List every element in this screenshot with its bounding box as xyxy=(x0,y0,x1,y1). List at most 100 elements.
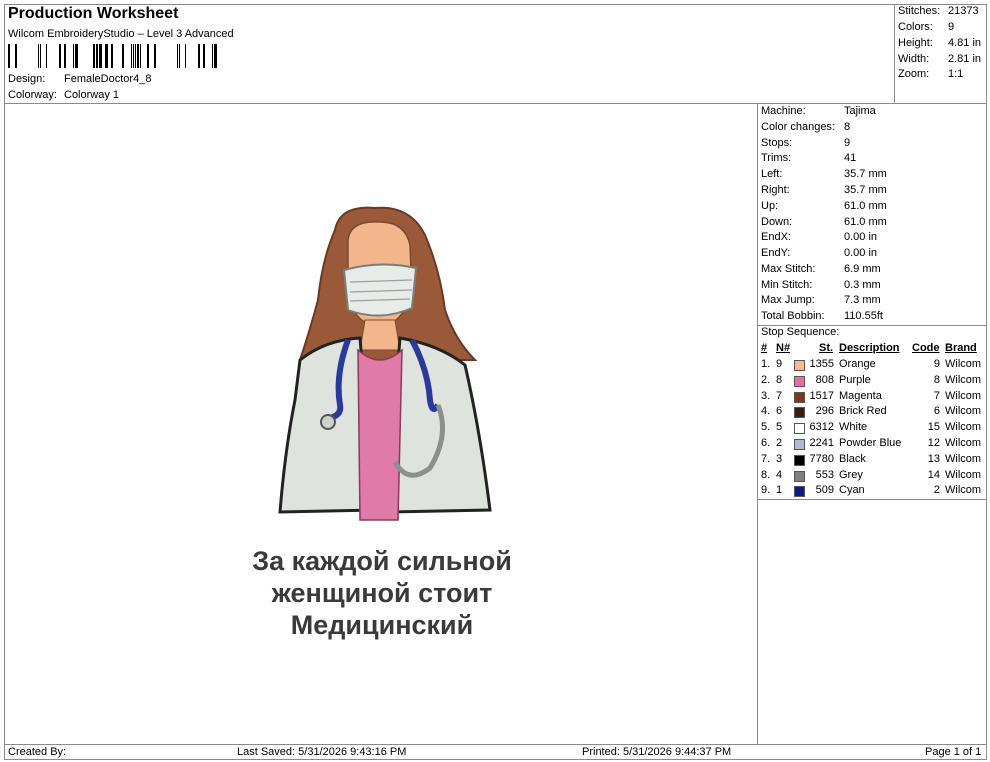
barcode-bar xyxy=(111,44,113,68)
sequence-row: 2. 8 808 Purple 8 Wilcom xyxy=(761,374,987,390)
info-label: Min Stitch: xyxy=(761,279,813,291)
stop-sequence-title: Stop Sequence: xyxy=(761,326,840,338)
color-swatch xyxy=(794,391,805,403)
seq-brand: Wilcom xyxy=(945,452,982,465)
barcode-bar xyxy=(214,44,217,68)
info-value: 0.3 mm xyxy=(844,279,881,291)
height-label: Height: xyxy=(898,37,933,49)
width-value: 2.81 in xyxy=(948,53,982,65)
barcode-bar xyxy=(8,44,10,68)
seq-needle: 6 xyxy=(776,405,783,418)
seq-description: Cyan xyxy=(839,484,865,497)
color-swatch xyxy=(794,407,805,419)
color-swatch xyxy=(794,470,805,482)
info-label: Total Bobbin: xyxy=(761,310,825,322)
info-label: Down: xyxy=(761,216,793,228)
design-value: FemaleDoctor4_8 xyxy=(64,73,152,85)
seq-description: Brick Red xyxy=(839,405,887,418)
barcode-bar xyxy=(185,44,186,68)
barcode-image xyxy=(8,44,217,68)
height-row: Height: 4.81 in xyxy=(898,37,988,53)
seq-needle: 2 xyxy=(776,437,783,449)
col-code: Code xyxy=(912,342,940,354)
zoom-label: Zoom: xyxy=(898,68,930,80)
colors-row: Colors: 9 xyxy=(898,21,988,37)
barcode-bar xyxy=(135,44,136,68)
barcode-bar xyxy=(131,44,132,68)
seq-num: 8. xyxy=(761,468,771,481)
barcode-bar xyxy=(177,44,178,68)
sequence-row: 3. 7 1517 Magenta 7 Wilcom xyxy=(761,390,987,406)
barcode-bar xyxy=(93,44,95,68)
seq-code: 13 xyxy=(927,452,940,465)
seq-brand: Wilcom xyxy=(945,358,982,370)
seq-description: Purple xyxy=(839,373,871,386)
info-label: Up: xyxy=(761,200,779,212)
info-label: Max Jump: xyxy=(761,294,815,306)
stitches-value: 21373 xyxy=(948,5,979,17)
col-st: St. xyxy=(819,342,834,354)
seq-stitches: 1355 xyxy=(809,358,834,370)
barcode-bar xyxy=(73,44,74,68)
seq-num: 9. xyxy=(761,484,771,497)
height-value: 4.81 in xyxy=(948,37,982,49)
barcode-bar xyxy=(133,44,134,68)
scrub-top xyxy=(357,348,403,521)
design-label: Design: xyxy=(8,73,46,85)
colors-label: Colors: xyxy=(898,21,933,33)
barcode-bar xyxy=(64,44,66,68)
frame-left xyxy=(4,4,5,760)
header-divider xyxy=(4,103,986,104)
seq-brand: Wilcom xyxy=(945,405,982,418)
seq-needle: 4 xyxy=(776,468,783,481)
info-value: 0.00 in xyxy=(844,231,878,243)
seq-num: 6. xyxy=(761,437,771,449)
seq-code: 8 xyxy=(933,373,940,386)
page-number: Page 1 of 1 xyxy=(925,746,982,758)
seq-brand: Wilcom xyxy=(945,437,982,449)
stitches-label: Stitches: xyxy=(898,5,941,17)
barcode-bar xyxy=(179,44,180,68)
seq-brand: Wilcom xyxy=(945,468,982,481)
info-value: 35.7 mm xyxy=(844,168,887,180)
stethoscope-chestpiece xyxy=(320,414,336,430)
last-saved: Last Saved: 5/31/2026 9:43:16 PM xyxy=(237,746,407,758)
seq-num: 5. xyxy=(761,421,771,434)
design-row: Design: FemaleDoctor4_8 xyxy=(0,73,300,87)
sequence-row: 5. 5 6312 White 15 Wilcom xyxy=(761,421,987,437)
seq-description: Black xyxy=(839,452,866,465)
seq-description: Powder Blue xyxy=(839,437,902,449)
col-description: Description xyxy=(839,342,900,354)
seq-brand: Wilcom xyxy=(945,389,982,402)
sequence-row: 1. 9 1355 Orange 9 Wilcom xyxy=(761,358,987,374)
stitches-row: Stitches: 21373 xyxy=(898,5,988,21)
neck-shape xyxy=(359,319,401,351)
barcode-bar xyxy=(15,44,17,68)
info-value: 7.3 mm xyxy=(844,294,881,306)
seq-brand: Wilcom xyxy=(945,373,982,386)
width-label: Width: xyxy=(898,53,930,65)
width-row: Width: 2.81 in xyxy=(898,53,988,69)
seq-needle: 7 xyxy=(776,389,783,402)
barcode-bar xyxy=(105,44,108,68)
info-label: Color changes: xyxy=(761,121,835,133)
seq-needle: 3 xyxy=(776,452,783,465)
info-value: Tajima xyxy=(844,105,876,117)
info-label: Trims: xyxy=(761,152,792,164)
side-panel-divider xyxy=(757,103,758,745)
barcode-bar xyxy=(140,44,141,68)
seq-code: 9 xyxy=(933,358,940,370)
seq-description: White xyxy=(839,421,868,434)
col-num: # xyxy=(761,342,768,354)
seq-code: 12 xyxy=(927,437,940,449)
info-value: 6.9 mm xyxy=(844,263,881,275)
barcode-bar xyxy=(147,44,149,68)
info-label: EndX: xyxy=(761,231,791,243)
barcode-bar xyxy=(40,44,41,68)
seq-num: 4. xyxy=(761,405,771,418)
info-value: 35.7 mm xyxy=(844,184,887,196)
barcode-bar xyxy=(137,44,139,68)
info-label: Stops: xyxy=(761,137,793,149)
barcode-bar xyxy=(198,44,200,68)
barcode-bar xyxy=(38,44,39,68)
